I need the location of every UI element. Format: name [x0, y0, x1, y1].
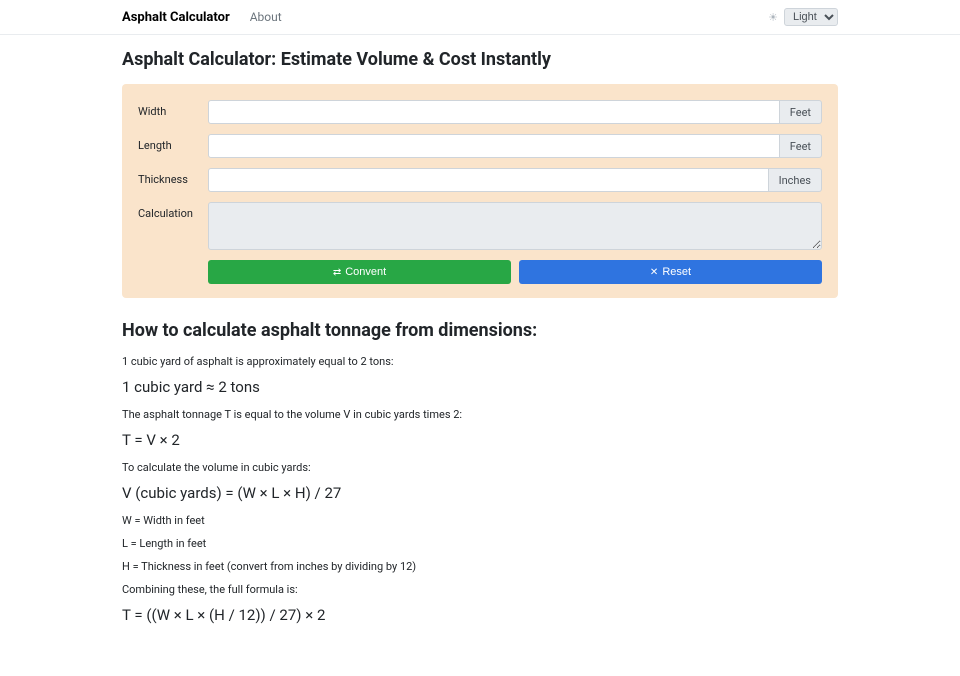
width-row: Width Feet: [138, 100, 822, 124]
brand[interactable]: Asphalt Calculator: [122, 10, 230, 25]
sun-icon: ☀: [768, 11, 778, 24]
explain-p1: 1 cubic yard of asphalt is approximately…: [122, 355, 838, 368]
thickness-row: Thickness Inches: [138, 168, 822, 192]
page-title: Asphalt Calculator: Estimate Volume & Co…: [122, 49, 838, 70]
convert-button[interactable]: ⇄ Convent: [208, 260, 511, 284]
calculation-output[interactable]: [208, 202, 822, 250]
reset-button[interactable]: ✕ Reset: [519, 260, 822, 284]
thickness-unit: Inches: [769, 168, 822, 192]
explain-p5: L = Length in feet: [122, 537, 838, 550]
width-label: Width: [138, 100, 208, 118]
width-input[interactable]: [208, 100, 780, 124]
reset-button-label: Reset: [662, 266, 691, 278]
length-row: Length Feet: [138, 134, 822, 158]
explain-p7: Combining these, the full formula is:: [122, 583, 838, 596]
explain-p3: To calculate the volume in cubic yards:: [122, 461, 838, 474]
arrows-icon: ⇄: [333, 267, 341, 278]
formula-4: T = ((W × L × (H / 12)) / 27) × 2: [122, 606, 838, 624]
formula-2: T = V × 2: [122, 431, 838, 449]
calculation-row: Calculation: [138, 202, 822, 250]
length-input[interactable]: [208, 134, 780, 158]
length-unit: Feet: [780, 134, 822, 158]
length-label: Length: [138, 134, 208, 152]
thickness-input[interactable]: [208, 168, 769, 192]
formula-1: 1 cubic yard ≈ 2 tons: [122, 378, 838, 396]
width-unit: Feet: [780, 100, 822, 124]
explain-p2: The asphalt tonnage T is equal to the vo…: [122, 408, 838, 421]
top-nav: Asphalt Calculator About ☀ Light: [0, 0, 960, 35]
formula-3: V (cubic yards) = (W × L × H) / 27: [122, 484, 838, 502]
calculator-card: Width Feet Length Feet Thickness Inches …: [122, 84, 838, 298]
close-icon: ✕: [650, 267, 658, 278]
thickness-label: Thickness: [138, 168, 208, 186]
theme-select[interactable]: Light: [784, 8, 838, 26]
nav-about-link[interactable]: About: [250, 10, 282, 24]
explain-p4: W = Width in feet: [122, 514, 838, 527]
explain-heading: How to calculate asphalt tonnage from di…: [122, 320, 838, 341]
explain-p6: H = Thickness in feet (convert from inch…: [122, 560, 838, 573]
calculation-label: Calculation: [138, 202, 208, 220]
convert-button-label: Convent: [345, 266, 386, 278]
